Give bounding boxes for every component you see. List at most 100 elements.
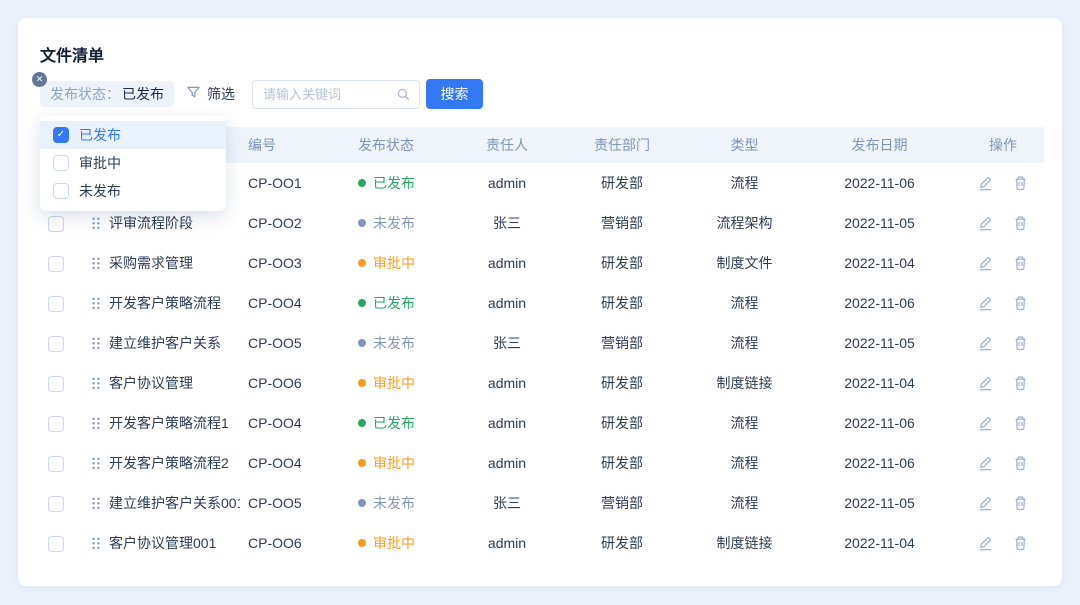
publish-date: 2022-11-04 <box>797 255 962 271</box>
drag-handle-icon[interactable] <box>92 537 100 550</box>
file-type: 流程架构 <box>692 213 797 233</box>
column-header: 操作 <box>962 135 1044 155</box>
table-row: 采购需求管理 CP-OO3 审批中 admin 研发部 制度文件 2022-11… <box>40 243 1044 283</box>
owner: admin <box>462 375 552 391</box>
delete-icon[interactable] <box>1013 375 1028 391</box>
file-type: 流程 <box>692 293 797 313</box>
dropdown-option[interactable]: ✓ 已发布 <box>40 121 226 149</box>
status-text: 未发布 <box>373 213 415 233</box>
file-code: CP-OO4 <box>240 455 350 471</box>
row-checkbox[interactable] <box>48 336 64 352</box>
file-code: CP-OO3 <box>240 255 350 271</box>
delete-icon[interactable] <box>1013 455 1028 471</box>
owner: admin <box>462 295 552 311</box>
column-header: 责任部门 <box>552 135 692 155</box>
file-name: 开发客户策略流程1 <box>109 413 229 433</box>
edit-icon[interactable] <box>978 215 993 231</box>
status-filter-dropdown: ✓ 已发布 审批中 未发布 <box>40 116 226 211</box>
drag-handle-icon[interactable] <box>92 217 100 230</box>
funnel-icon <box>186 85 201 103</box>
row-checkbox[interactable] <box>48 456 64 472</box>
delete-icon[interactable] <box>1013 415 1028 431</box>
owner: 张三 <box>462 333 552 353</box>
file-code: CP-OO2 <box>240 215 350 231</box>
edit-icon[interactable] <box>978 295 993 311</box>
owner: admin <box>462 255 552 271</box>
column-header: 编号 <box>240 135 350 155</box>
status-badge: 审批中 <box>350 373 462 393</box>
delete-icon[interactable] <box>1013 215 1028 231</box>
delete-icon[interactable] <box>1013 495 1028 511</box>
file-code: CP-OO1 <box>240 175 350 191</box>
edit-icon[interactable] <box>978 255 993 271</box>
publish-date: 2022-11-05 <box>797 215 962 231</box>
filter-button[interactable]: 筛选 <box>186 82 235 106</box>
edit-icon[interactable] <box>978 415 993 431</box>
search-input[interactable] <box>253 87 396 102</box>
department: 研发部 <box>552 533 692 553</box>
edit-icon[interactable] <box>978 175 993 191</box>
delete-icon[interactable] <box>1013 535 1028 551</box>
delete-icon[interactable] <box>1013 335 1028 351</box>
edit-icon[interactable] <box>978 455 993 471</box>
status-dot-icon <box>358 379 366 387</box>
column-header: 责任人 <box>462 135 552 155</box>
owner: admin <box>462 415 552 431</box>
table-body: CP-OO1 已发布 admin 研发部 流程 2022-11-06 评审流程阶… <box>40 163 1044 563</box>
department: 研发部 <box>552 253 692 273</box>
option-checkbox-icon[interactable]: ✓ <box>53 127 69 143</box>
row-checkbox[interactable] <box>48 536 64 552</box>
dropdown-option[interactable]: 未发布 <box>40 177 226 205</box>
status-dot-icon <box>358 299 366 307</box>
edit-icon[interactable] <box>978 495 993 511</box>
delete-icon[interactable] <box>1013 175 1028 191</box>
file-type: 制度链接 <box>692 533 797 553</box>
row-checkbox[interactable] <box>48 376 64 392</box>
edit-icon[interactable] <box>978 535 993 551</box>
publish-date: 2022-11-06 <box>797 295 962 311</box>
option-checkbox-icon[interactable] <box>53 155 69 171</box>
file-type: 制度文件 <box>692 253 797 273</box>
publish-date: 2022-11-06 <box>797 175 962 191</box>
delete-icon[interactable] <box>1013 295 1028 311</box>
row-checkbox[interactable] <box>48 216 64 232</box>
status-dot-icon <box>358 539 366 547</box>
dropdown-option[interactable]: 审批中 <box>40 149 226 177</box>
edit-icon[interactable] <box>978 375 993 391</box>
drag-handle-icon[interactable] <box>92 497 100 510</box>
status-dot-icon <box>358 259 366 267</box>
file-name: 评审流程阶段 <box>109 213 193 233</box>
chip-close-icon[interactable]: ✕ <box>32 72 47 87</box>
owner: 张三 <box>462 493 552 513</box>
row-checkbox[interactable] <box>48 296 64 312</box>
owner: 张三 <box>462 213 552 233</box>
owner: admin <box>462 455 552 471</box>
filter-chip[interactable]: ✕ 发布状态： 已发布 <box>40 81 174 107</box>
search-button[interactable]: 搜索 <box>426 79 483 109</box>
drag-handle-icon[interactable] <box>92 337 100 350</box>
status-badge: 审批中 <box>350 253 462 273</box>
status-text: 审批中 <box>373 453 415 473</box>
row-checkbox[interactable] <box>48 256 64 272</box>
status-dot-icon <box>358 179 366 187</box>
drag-handle-icon[interactable] <box>92 457 100 470</box>
row-checkbox[interactable] <box>48 496 64 512</box>
file-code: CP-OO4 <box>240 295 350 311</box>
status-badge: 已发布 <box>350 413 462 433</box>
drag-handle-icon[interactable] <box>92 297 100 310</box>
edit-icon[interactable] <box>978 335 993 351</box>
option-checkbox-icon[interactable] <box>53 183 69 199</box>
drag-handle-icon[interactable] <box>92 257 100 270</box>
file-name: 开发客户策略流程 <box>109 293 221 313</box>
file-type: 流程 <box>692 333 797 353</box>
file-type: 流程 <box>692 413 797 433</box>
status-badge: 审批中 <box>350 533 462 553</box>
filter-button-label: 筛选 <box>207 84 235 104</box>
delete-icon[interactable] <box>1013 255 1028 271</box>
filter-chip-label: 发布状态： <box>50 84 120 104</box>
row-checkbox[interactable] <box>48 416 64 432</box>
drag-handle-icon[interactable] <box>92 417 100 430</box>
table-row: 客户协议管理 CP-OO6 审批中 admin 研发部 制度链接 2022-11… <box>40 363 1044 403</box>
table-row: 开发客户策略流程 CP-OO4 已发布 admin 研发部 流程 2022-11… <box>40 283 1044 323</box>
drag-handle-icon[interactable] <box>92 377 100 390</box>
